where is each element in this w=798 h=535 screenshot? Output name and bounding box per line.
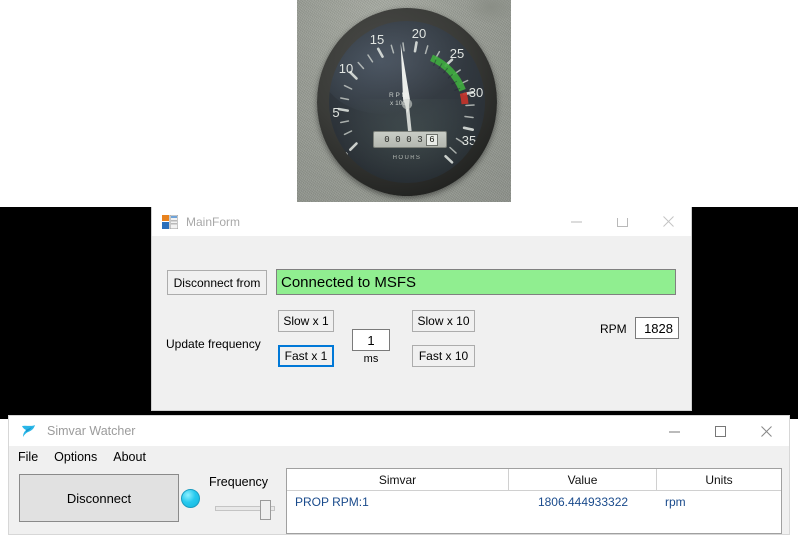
frequency-slider[interactable] bbox=[215, 500, 275, 516]
watcher-body: Disconnect Frequency Simvar Value Units … bbox=[9, 468, 789, 534]
cell-units: rpm bbox=[657, 491, 781, 512]
column-header-value[interactable]: Value bbox=[509, 469, 657, 490]
minimize-icon[interactable] bbox=[651, 416, 697, 446]
mainform-body: Disconnect from Connected to MSFS Update… bbox=[152, 237, 691, 411]
svg-text:5: 5 bbox=[332, 105, 339, 120]
frequency-label: Frequency bbox=[209, 475, 268, 489]
rpm-value-field[interactable]: 1828 bbox=[635, 317, 679, 339]
fast-x10-button[interactable]: Fast x 10 bbox=[412, 345, 475, 367]
hour-meter: 0 0 0 3 6 bbox=[373, 131, 447, 148]
hours-label: HOURS bbox=[329, 155, 485, 161]
blue-bird-icon bbox=[20, 423, 38, 439]
table-header-row: Simvar Value Units bbox=[287, 469, 781, 491]
hour-digit: 0 bbox=[404, 135, 414, 145]
table-row[interactable]: PROP RPM:1 1806.444933322 rpm bbox=[287, 491, 781, 512]
rpm-label: RPM bbox=[600, 322, 627, 336]
hour-digit: 0 bbox=[382, 135, 392, 145]
slider-thumb[interactable] bbox=[260, 500, 271, 520]
mainform-title: MainForm bbox=[186, 215, 553, 229]
vb-form-icon bbox=[162, 215, 178, 229]
connection-led-indicator bbox=[181, 489, 200, 508]
update-frequency-label: Update frequency bbox=[166, 337, 261, 351]
watcher-titlebar[interactable]: Simvar Watcher bbox=[9, 416, 789, 446]
interval-input[interactable]: 1 bbox=[352, 329, 390, 351]
minimize-icon[interactable] bbox=[553, 207, 599, 236]
svg-text:15: 15 bbox=[370, 32, 384, 47]
gauge-bezel: 0 5 10 15 20 25 30 35 R P M x 100 bbox=[317, 8, 497, 196]
gauge-face: 0 5 10 15 20 25 30 35 R P M x 100 bbox=[329, 21, 485, 183]
watcher-menubar: File Options About bbox=[9, 446, 789, 468]
svg-text:10: 10 bbox=[339, 61, 353, 76]
hour-digit: 0 bbox=[393, 135, 403, 145]
simvar-watcher-window: Simvar Watcher File Options About Discon… bbox=[8, 415, 790, 535]
aircraft-tachometer-photo: 0 5 10 15 20 25 30 35 R P M x 100 bbox=[297, 0, 511, 202]
interval-unit-label: ms bbox=[352, 353, 390, 365]
cell-value: 1806.444933322 bbox=[509, 491, 657, 512]
close-icon[interactable] bbox=[743, 416, 789, 446]
disconnect-button[interactable]: Disconnect bbox=[19, 474, 179, 522]
screen-root: 0 5 10 15 20 25 30 35 R P M x 100 bbox=[0, 0, 798, 535]
slow-x10-button[interactable]: Slow x 10 bbox=[412, 310, 475, 332]
maximize-icon[interactable] bbox=[697, 416, 743, 446]
maximize-icon[interactable] bbox=[599, 207, 645, 236]
menu-about[interactable]: About bbox=[113, 448, 156, 466]
svg-text:25: 25 bbox=[450, 46, 464, 61]
slow-x1-button[interactable]: Slow x 1 bbox=[278, 310, 334, 332]
svg-text:30: 30 bbox=[469, 85, 483, 100]
simvar-table: Simvar Value Units PROP RPM:1 1806.44493… bbox=[286, 468, 782, 534]
hour-digit-highlight: 6 bbox=[426, 134, 438, 146]
disconnect-from-button[interactable]: Disconnect from bbox=[167, 270, 267, 295]
mainform-titlebar[interactable]: MainForm bbox=[152, 207, 691, 237]
menu-options[interactable]: Options bbox=[54, 448, 107, 466]
mainform-window-buttons bbox=[553, 207, 691, 236]
connection-status-box: Connected to MSFS bbox=[276, 269, 676, 295]
mainform-window: MainForm Disconnect from Connected to MS… bbox=[151, 207, 692, 411]
column-header-units[interactable]: Units bbox=[657, 469, 781, 490]
svg-text:35: 35 bbox=[462, 133, 476, 148]
hour-digit: 3 bbox=[415, 135, 425, 145]
close-icon[interactable] bbox=[645, 207, 691, 236]
column-header-simvar[interactable]: Simvar bbox=[287, 469, 509, 490]
watcher-title: Simvar Watcher bbox=[47, 424, 651, 438]
cell-simvar: PROP RPM:1 bbox=[287, 491, 509, 512]
svg-text:20: 20 bbox=[412, 26, 426, 41]
fast-x1-button[interactable]: Fast x 1 bbox=[278, 345, 334, 367]
menu-file[interactable]: File bbox=[18, 448, 48, 466]
